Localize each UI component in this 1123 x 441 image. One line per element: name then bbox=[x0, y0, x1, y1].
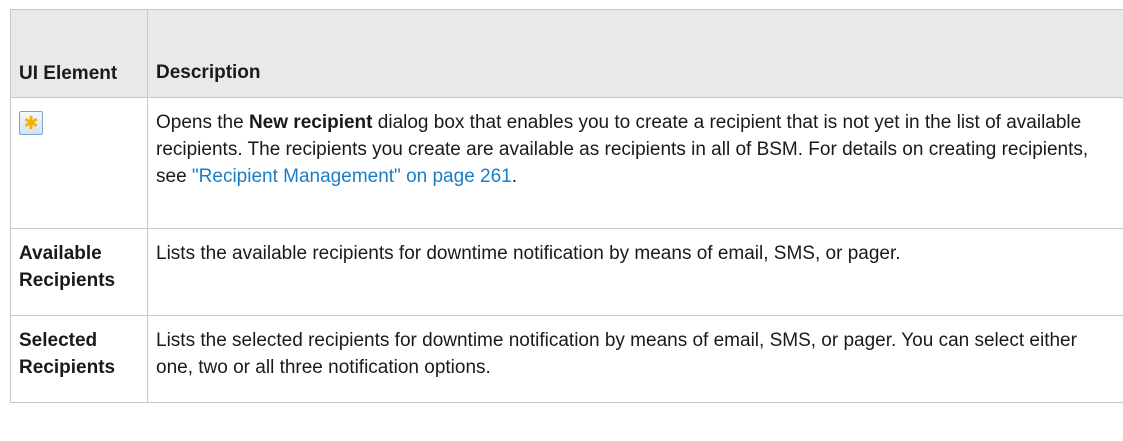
table-row: ✱ Opens the New recipient dialog box tha… bbox=[10, 97, 1123, 229]
ui-element-name: Selected Recipients bbox=[10, 315, 148, 403]
recipient-management-link[interactable]: "Recipient Management" on page 261 bbox=[192, 166, 512, 187]
description-text: Opens the bbox=[156, 112, 249, 133]
table-header-row: UI Element Description bbox=[10, 9, 1123, 98]
ui-element-cell: ✱ bbox=[10, 97, 148, 229]
table-row: Available Recipients Lists the available… bbox=[10, 228, 1123, 316]
header-description: Description bbox=[147, 9, 1123, 98]
ui-element-table: UI Element Description ✱ Opens the New r… bbox=[10, 9, 1123, 403]
table-row: Selected Recipients Lists the selected r… bbox=[10, 315, 1123, 403]
description-cell: Lists the available recipients for downt… bbox=[147, 228, 1123, 316]
dialog-name: New recipient bbox=[248, 112, 373, 133]
new-recipient-icon: ✱ bbox=[19, 111, 43, 135]
header-ui-element: UI Element bbox=[10, 9, 148, 98]
ui-element-name: Available Recipients bbox=[10, 228, 148, 316]
description-cell: Lists the selected recipients for downti… bbox=[147, 315, 1123, 403]
description-cell: Opens the New recipient dialog box that … bbox=[147, 97, 1123, 229]
description-text: . bbox=[511, 166, 518, 187]
